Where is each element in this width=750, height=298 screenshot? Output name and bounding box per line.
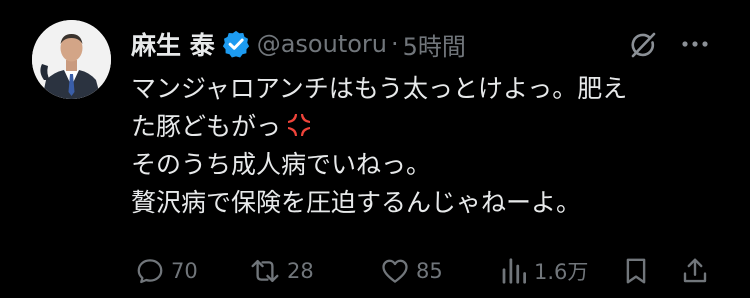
repost-count: 28 [287, 259, 314, 283]
heart-icon [382, 259, 408, 283]
tweet-text-line: た豚どもがっ [131, 108, 731, 146]
anger-symbol-icon [288, 114, 311, 136]
verified-badge-icon [222, 30, 249, 58]
header-separator: · [391, 30, 399, 58]
tweet-text: マンジャロアンチはもう太っとけよっ。肥え た豚どもがっ そのうち成人病でいねっ。… [131, 70, 731, 222]
reply-count: 70 [171, 259, 198, 283]
repost-icon [251, 259, 279, 283]
reply-icon [137, 259, 163, 284]
more-options-icon[interactable] [680, 32, 710, 56]
reply-button[interactable]: 70 [135, 254, 198, 288]
tweet-text-line: そのうち成人病でいねっ。 [131, 150, 432, 179]
like-button[interactable]: 85 [380, 254, 443, 288]
timestamp[interactable]: 5時間 [403, 27, 466, 62]
author-name[interactable]: 麻生 泰 [131, 26, 215, 62]
action-bar: 70 28 85 1.6万 [131, 254, 721, 288]
tweet-header: 麻生 泰 @asoutoru · 5時間 [131, 26, 466, 62]
share-icon [683, 258, 707, 283]
views-button[interactable]: 1.6万 [500, 254, 588, 288]
tweet-text-fragment: た豚どもがっ [131, 112, 282, 141]
share-button[interactable] [680, 254, 710, 288]
tweet-text-line: マンジャロアンチはもう太っとけよっ。肥え [131, 74, 628, 103]
author-handle[interactable]: @asoutoru [257, 30, 387, 58]
bookmark-icon [626, 258, 646, 284]
repost-button[interactable]: 28 [249, 254, 314, 288]
analytics-icon [502, 258, 526, 284]
avatar-image [32, 20, 111, 99]
avatar[interactable] [32, 20, 111, 99]
grok-icon[interactable] [627, 29, 659, 61]
tweet-text-line: 贅沢病で保険を圧迫するんじゃねーよ。 [131, 188, 582, 217]
bookmark-button[interactable] [621, 254, 651, 288]
like-count: 85 [416, 259, 443, 283]
view-count: 1.6万 [534, 260, 589, 284]
